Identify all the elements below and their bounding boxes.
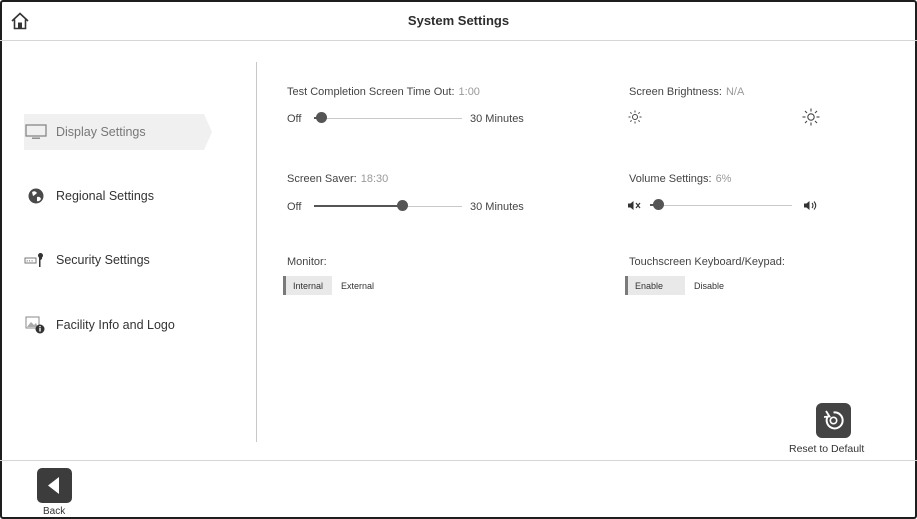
volume-value: 6% bbox=[715, 173, 732, 185]
reset-to-default-label: Reset to Default bbox=[789, 443, 865, 455]
timeout-max-label: 30 Minutes bbox=[470, 113, 524, 125]
sidebar-item-display-settings[interactable]: Display Settings bbox=[24, 114, 146, 150]
sidebar-item-facility-info[interactable]: Facility Info and Logo bbox=[24, 307, 175, 343]
back-label: Back bbox=[43, 506, 66, 517]
timeout-slider-track[interactable] bbox=[314, 118, 462, 119]
timeout-label: Test Completion Screen Time Out: 1:00 bbox=[287, 86, 480, 98]
brightness-low-icon bbox=[628, 110, 642, 124]
page-title: System Settings bbox=[407, 13, 510, 28]
header-bar: System Settings bbox=[0, 0, 917, 41]
keyboard-enable-button[interactable]: Enable bbox=[625, 276, 686, 295]
brightness-label: Screen Brightness: N/A bbox=[629, 86, 745, 98]
screen-saver-label: Screen Saver: 18:30 bbox=[287, 173, 389, 185]
brightness-high-icon bbox=[802, 108, 820, 126]
footer-divider bbox=[0, 460, 917, 461]
sidebar-item-label: Display Settings bbox=[56, 125, 146, 139]
timeout-value: 1:00 bbox=[458, 86, 480, 98]
brightness-value: N/A bbox=[725, 86, 745, 98]
sidebar-item-label: Security Settings bbox=[56, 253, 150, 267]
keyboard-label: Touchscreen Keyboard/Keypad: bbox=[629, 256, 785, 268]
screen-saver-max-label: 30 Minutes bbox=[470, 201, 524, 213]
volume-slider-handle[interactable] bbox=[653, 199, 665, 210]
keyboard-disable-button[interactable]: Disable bbox=[685, 276, 733, 295]
vertical-divider bbox=[256, 62, 257, 442]
timeout-slider-handle[interactable] bbox=[315, 112, 327, 123]
volume-max-icon[interactable] bbox=[804, 200, 819, 211]
sidebar-item-label: Facility Info and Logo bbox=[56, 318, 175, 332]
key-icon: ••• bbox=[24, 251, 48, 269]
volume-mute-icon[interactable] bbox=[628, 200, 642, 211]
screen-saver-value: 18:30 bbox=[360, 173, 389, 185]
monitor-internal-button[interactable]: Internal bbox=[283, 276, 333, 295]
reset-icon bbox=[823, 410, 844, 430]
screen-saver-min-label: Off bbox=[287, 201, 302, 213]
back-button[interactable] bbox=[37, 468, 72, 503]
timeout-min-label: Off bbox=[287, 113, 302, 125]
monitor-icon bbox=[24, 123, 48, 141]
image-info-icon bbox=[24, 316, 48, 334]
monitor-label: Monitor: bbox=[287, 256, 327, 268]
monitor-segmented-control: Internal External bbox=[283, 276, 383, 295]
screen-saver-slider-fill bbox=[314, 205, 403, 207]
keyboard-segmented-control: Enable Disable bbox=[625, 276, 733, 295]
svg-text:•••: ••• bbox=[26, 258, 33, 263]
volume-label: Volume Settings: 6% bbox=[629, 173, 732, 185]
globe-icon bbox=[24, 187, 48, 205]
sidebar-item-label: Regional Settings bbox=[56, 189, 154, 203]
back-arrow-icon bbox=[48, 477, 59, 494]
reset-to-default-button[interactable] bbox=[816, 403, 851, 438]
sidebar-item-security-settings[interactable]: ••• Security Settings bbox=[24, 242, 150, 278]
volume-slider-track[interactable] bbox=[650, 205, 792, 206]
sidebar-item-regional-settings[interactable]: Regional Settings bbox=[24, 178, 154, 214]
monitor-external-button[interactable]: External bbox=[332, 276, 383, 295]
